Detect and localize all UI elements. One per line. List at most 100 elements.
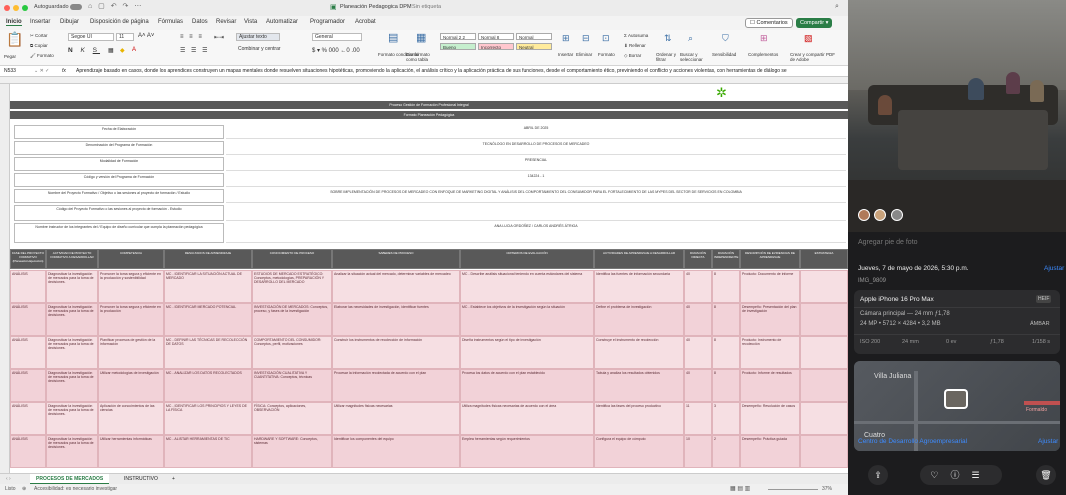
header-field-label[interactable]: Modalidad de Formación: [14, 157, 224, 171]
table-cell[interactable]: [800, 303, 848, 336]
table-cell[interactable]: Producto: Instrumento de recolección: [740, 336, 800, 369]
table-cell[interactable]: Procesa los datos de acuerdo con el plan…: [460, 369, 594, 402]
table-cell[interactable]: ANÁLISIS: [10, 270, 46, 303]
table-cell[interactable]: Analizar la situación actual del mercado…: [332, 270, 460, 303]
table-cell[interactable]: FÍSICA: Conceptos, aplicaciones, OBSERVA…: [252, 402, 332, 435]
header-field-label[interactable]: Nombre instructor de los integrantes del…: [14, 223, 224, 243]
table-cell[interactable]: INVESTIGACIÓN DE MERCADOS: Conceptos, pr…: [252, 303, 332, 336]
borders-icon[interactable]: ▦: [108, 47, 114, 54]
tab-inicio[interactable]: Inicio: [6, 19, 22, 26]
header-field-value[interactable]: ABRIL DE 2025: [226, 125, 846, 139]
sheet-tab-procesos[interactable]: PROCESOS DE MERCADOS: [30, 474, 110, 484]
table-cell[interactable]: Diagnosticar la investigación de mercado…: [46, 435, 98, 468]
table-cell[interactable]: Utilizar herramientas informáticas: [98, 435, 164, 468]
accessibility-icon[interactable]: ⊕: [22, 486, 26, 492]
column-header[interactable]: CONOCIMIENTO DE PROCESO: [252, 249, 332, 269]
table-cell[interactable]: Diagnosticar la investigación de mercado…: [46, 336, 98, 369]
table-format-icon[interactable]: ▦: [416, 33, 426, 44]
cell-reference[interactable]: N533: [4, 66, 16, 76]
sensitivity-icon[interactable]: ⛉: [722, 33, 729, 43]
header-field-value[interactable]: ANA LUCIA ORDOÑEZ / CARLOS ANDRÉS ÁTRIGA: [226, 223, 846, 243]
table-cell[interactable]: COMPORTAMIENTO DEL CONSUMIDOR: Conceptos…: [252, 336, 332, 369]
table-cell[interactable]: 2: [712, 435, 740, 468]
table-cell[interactable]: Define el problema de investigación: [594, 303, 684, 336]
table-cell[interactable]: 8: [712, 369, 740, 402]
table-cell[interactable]: Producto: Documento de informe: [740, 270, 800, 303]
table-cell[interactable]: Tabula y analiza los resultados obtenido…: [594, 369, 684, 402]
indent-icon[interactable]: ⇤⇥: [214, 34, 224, 41]
wrap-text-button[interactable]: Ajustar texto: [236, 33, 280, 41]
column-header[interactable]: RESULTADOS DE APRENDIZAJE: [164, 249, 252, 269]
bold-italic-underline[interactable]: N K S: [68, 47, 100, 54]
table-cell[interactable]: Diagnosticar la investigación de mercado…: [46, 303, 98, 336]
merge-center-button[interactable]: Combinar y centrar: [236, 46, 292, 54]
caption-input[interactable]: Agregar pie de foto: [858, 239, 918, 246]
share-button[interactable]: Compartir ▾: [796, 18, 833, 28]
table-cell[interactable]: Desempeño: Práctica guiada: [740, 435, 800, 468]
table-cell[interactable]: ANÁLISIS: [10, 435, 46, 468]
table-cell[interactable]: 3: [712, 402, 740, 435]
table-cell[interactable]: MC - Describe análisis situacional tenie…: [460, 270, 594, 303]
view-icons[interactable]: ▦ ▤ ▥: [730, 485, 750, 492]
addins-icon[interactable]: ⊞: [760, 33, 768, 43]
adobe-pdf-icon[interactable]: ▧: [804, 33, 813, 43]
table-cell[interactable]: Utiliza magnitudes físicas necesarias de…: [460, 402, 594, 435]
accessibility-status[interactable]: Accesibilidad: es necesario investigar: [34, 486, 117, 492]
share-icon[interactable]: ⇪: [868, 465, 888, 485]
column-header[interactable]: DESCRIPCIÓN DE EVIDENCIAS DE APRENDIZAJE: [740, 249, 800, 269]
table-cell[interactable]: Desempeño: Resolución de casos: [740, 402, 800, 435]
table-cell[interactable]: Planificar procesos de gestión de la inf…: [98, 336, 164, 369]
table-cell[interactable]: ANÁLISIS: [10, 336, 46, 369]
column-header[interactable]: ESTRATEGIA: [800, 249, 848, 269]
minimize-window-button[interactable]: [13, 5, 19, 11]
search-icon[interactable]: ⌕: [835, 3, 839, 11]
tab-revisar[interactable]: Revisar: [216, 19, 236, 25]
table-cell[interactable]: 11: [684, 402, 712, 435]
autosum-button[interactable]: Σ Autosuma: [624, 33, 648, 38]
table-cell[interactable]: Promover la toma segura y eficiente en l…: [98, 270, 164, 303]
font-size-select[interactable]: 11: [116, 33, 134, 41]
table-cell[interactable]: Construir los instrumentos de recolecció…: [332, 336, 460, 369]
comments-button[interactable]: ☐ Comentarios: [745, 18, 793, 28]
table-cell[interactable]: MC - ALISTAR HERRAMIENTAS DE TIC: [164, 435, 252, 468]
cell-style-option[interactable]: Normal: [516, 33, 552, 40]
column-header[interactable]: ACTIVIDAD DE PROYECTO FORMATIVO A DESARR…: [46, 249, 98, 269]
tab-acrobat[interactable]: Acrobat: [355, 19, 376, 25]
table-cell[interactable]: Identificar los componentes del equipo: [332, 435, 460, 468]
header-field-value[interactable]: SOBRE IMPLEMENTACIÓN DE PROCESOS DE MERC…: [226, 189, 846, 203]
table-cell[interactable]: [800, 402, 848, 435]
table-cell[interactable]: Utilizar metodologías de investigación: [98, 369, 164, 402]
column-headers[interactable]: [0, 77, 848, 84]
tab-formulas[interactable]: Fórmulas: [158, 19, 183, 25]
column-header[interactable]: COMPETENCIA: [98, 249, 164, 269]
table-cell[interactable]: MC - IDENTIFICAR LA SITUACIÓN ACTUAL DE …: [164, 270, 252, 303]
table-cell[interactable]: Promover la toma segura y eficiente en l…: [98, 303, 164, 336]
avatar[interactable]: [890, 209, 903, 221]
table-cell[interactable]: Diagnosticar la investigación de mercado…: [46, 402, 98, 435]
location-name[interactable]: Centro de Desarrollo Agroempresarial: [858, 438, 967, 445]
cell-style-option[interactable]: Incorrecto: [478, 43, 514, 50]
tab-dibujar[interactable]: Dibujar: [60, 19, 79, 25]
cell-style-option[interactable]: Neutral: [516, 43, 552, 50]
font-grow-shrink-icons[interactable]: A˄ A˅: [138, 33, 154, 39]
table-cell[interactable]: ANÁLISIS: [10, 369, 46, 402]
header-field-label[interactable]: Código y versión del Programa de Formaci…: [14, 173, 224, 187]
row-headers[interactable]: [0, 84, 10, 473]
autosave-toggle[interactable]: [70, 4, 82, 10]
adjust-location-button[interactable]: Ajustar: [1038, 438, 1058, 445]
fill-button[interactable]: ⬇ Rellenar: [624, 43, 646, 49]
favorite-icon[interactable]: ♡: [930, 470, 950, 480]
table-cell[interactable]: 8: [712, 336, 740, 369]
map-photo-pin[interactable]: [944, 389, 968, 409]
table-cell[interactable]: 40: [684, 336, 712, 369]
table-cell[interactable]: Identifica las fases del proceso product…: [594, 402, 684, 435]
insert-cells-icon[interactable]: ⊞: [562, 33, 570, 43]
table-cell[interactable]: Diagnosticar la investigación de mercado…: [46, 369, 98, 402]
table-cell[interactable]: 10: [684, 435, 712, 468]
sheet-tab-instructivo[interactable]: INSTRUCTIVO: [124, 474, 158, 484]
tab-vista[interactable]: Vista: [244, 19, 257, 25]
table-cell[interactable]: Identifica las fuentes de información se…: [594, 270, 684, 303]
avatar[interactable]: [858, 209, 870, 221]
table-cell[interactable]: 40: [684, 270, 712, 303]
table-cell[interactable]: INVESTIGACIÓN CUALITATIVA Y CUANTITATIVA…: [252, 369, 332, 402]
